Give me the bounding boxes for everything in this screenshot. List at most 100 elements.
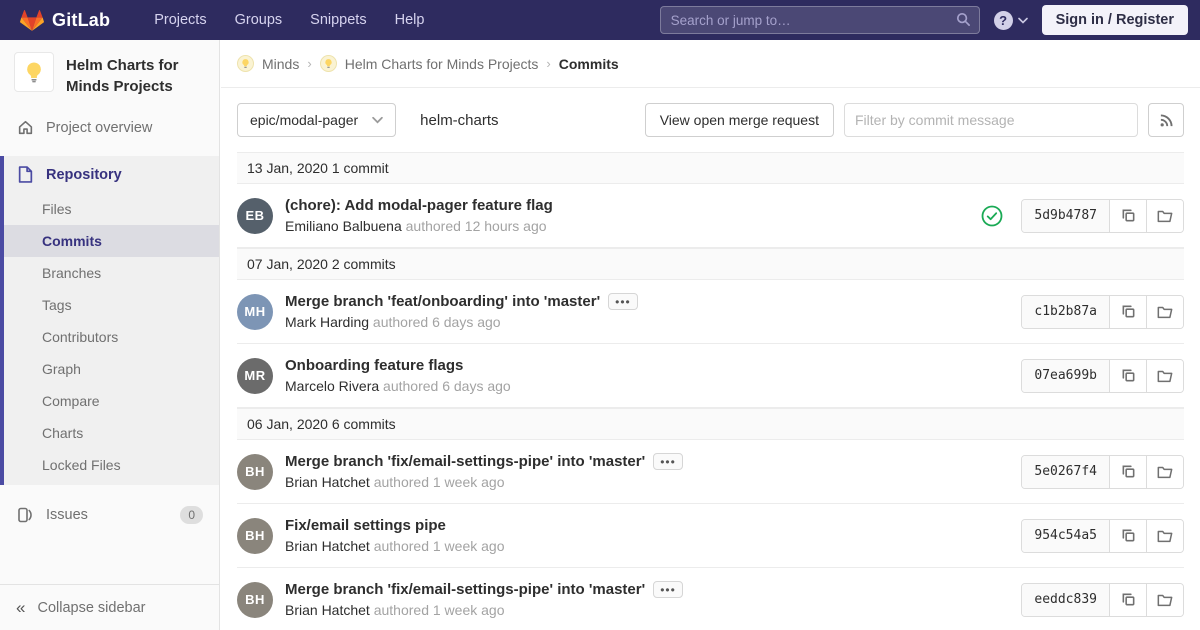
author-avatar[interactable]: EB [237,197,273,234]
sidebar-item-issues[interactable]: Issues 0 [0,496,219,534]
branch-selector-dropdown[interactable]: epic/modal-pager [237,103,397,137]
commit-date-group: 06 Jan, 2020 6 commits BH Merge branch '… [237,408,1184,630]
commit-title-link[interactable]: (chore): Add modal-pager feature flag [285,197,553,214]
sidebar-item-graph[interactable]: Graph [4,353,219,385]
commit-filter-input[interactable] [844,103,1138,137]
double-chevron-left-icon: « [16,598,26,617]
commit-rows: EB (chore): Add modal-pager feature flag… [237,184,1184,248]
group-avatar [237,55,254,72]
commit-row: BH Merge branch 'fix/email-settings-pipe… [237,440,1184,504]
author-avatar[interactable]: BH [237,517,273,554]
sidebar-item-label: Project overview [46,119,153,136]
gitlab-logo[interactable]: GitLab [20,9,110,32]
author-avatar[interactable]: BH [237,581,273,618]
browse-files-button[interactable] [1146,519,1183,552]
commit-description-toggle-button[interactable]: ••• [653,581,683,598]
copy-icon [1122,465,1134,478]
commit-author-link[interactable]: Marcelo Rivera [285,378,379,394]
commit-sha[interactable]: eeddc839 [1022,583,1109,616]
commit-sha[interactable]: 5d9b4787 [1022,199,1109,232]
browse-files-button[interactable] [1146,583,1183,616]
commit-author-link[interactable]: Emiliano Balbuena [285,218,402,234]
sidebar-item-locked-files[interactable]: Locked Files [4,449,219,481]
sidebar-item-commits[interactable]: Commits [4,225,219,257]
nav-item-help[interactable]: Help [383,3,437,37]
project-header[interactable]: Helm Charts for Minds Projects [0,40,219,109]
commits-toolbar: epic/modal-pager helm-charts View open m… [221,88,1200,152]
commit-title-link[interactable]: Merge branch 'fix/email-settings-pipe' i… [285,581,645,598]
commit-title-link[interactable]: Merge branch 'fix/email-settings-pipe' i… [285,453,645,470]
sign-in-register-button[interactable]: Sign in / Register [1041,5,1188,35]
repository-name-label: helm-charts [420,111,499,129]
commit-sha[interactable]: 954c54a5 [1022,519,1109,552]
breadcrumb-current-page: Commits [558,55,619,72]
nav-item-groups[interactable]: Groups [223,3,295,37]
commit-row: MH Merge branch 'feat/onboarding' into '… [237,280,1184,344]
breadcrumb-link-project[interactable]: Helm Charts for Minds Projects [345,56,539,72]
project-mini-avatar [319,55,337,72]
commit-sha-group: 07ea699b [1021,358,1184,393]
browse-files-button[interactable] [1146,199,1183,232]
commit-actions: 5e0267f4 [1021,454,1184,489]
browse-files-button[interactable] [1146,359,1183,392]
copy-sha-button[interactable] [1109,359,1146,392]
copy-icon [1122,529,1134,542]
breadcrumb: Minds › Helm Charts for Minds Projects ›… [221,40,1200,88]
sidebar-item-contributors[interactable]: Contributors [4,321,219,353]
nav-item-projects[interactable]: Projects [142,3,218,37]
sidebar-item-repository[interactable]: Repository [4,156,219,193]
help-icon: ? [993,10,1013,30]
rss-icon [1160,114,1172,126]
commit-sha[interactable]: c1b2b87a [1022,295,1109,328]
commit-date-label: 13 Jan, 2020 1 commit [247,160,389,176]
copy-sha-button[interactable] [1109,519,1146,552]
pipeline-status-passed-icon[interactable] [981,205,1003,227]
sidebar-item-tags[interactable]: Tags [4,289,219,321]
copy-sha-button[interactable] [1109,295,1146,328]
commit-author-link[interactable]: Brian Hatchet [285,538,370,554]
sidebar-item-files[interactable]: Files [4,193,219,225]
commits-feed-button[interactable] [1148,103,1184,137]
commit-actions: 5d9b4787 [981,198,1184,233]
folder-icon [1157,466,1173,478]
commit-title-link[interactable]: Onboarding feature flags [285,357,463,374]
collapse-sidebar-button[interactable]: « Collapse sidebar [0,584,219,630]
sidebar-item-label: Issues [46,507,88,523]
commit-sha-group: 5d9b4787 [1021,198,1184,233]
commit-author-link[interactable]: Brian Hatchet [285,602,370,618]
author-avatar[interactable]: BH [237,453,273,490]
sidebar-item-charts[interactable]: Charts [4,417,219,449]
commit-author-link[interactable]: Mark Harding [285,314,369,330]
sidebar-item-project-overview[interactable]: Project overview [0,109,219,146]
help-menu[interactable]: ? [993,10,1028,30]
commit-sha[interactable]: 5e0267f4 [1022,455,1109,488]
browse-files-button[interactable] [1146,455,1183,488]
nav-item-snippets[interactable]: Snippets [298,3,378,37]
commit-title-link[interactable]: Merge branch 'feat/onboarding' into 'mas… [285,293,600,310]
commit-title-link[interactable]: Fix/email settings pipe [285,517,446,534]
commit-row: EB (chore): Add modal-pager feature flag… [237,184,1184,248]
browse-files-button[interactable] [1146,295,1183,328]
document-icon [16,166,34,183]
breadcrumb-link-group[interactable]: Minds [262,56,299,72]
author-avatar[interactable]: MR [237,357,273,394]
commit-description-toggle-button[interactable]: ••• [653,453,683,470]
copy-sha-button[interactable] [1109,583,1146,616]
commit-info: Onboarding feature flags Marcelo Rivera … [285,357,1009,394]
nav-menu: Projects Groups Snippets Help [142,3,436,37]
copy-sha-button[interactable] [1109,199,1146,232]
commit-author-link[interactable]: Brian Hatchet [285,474,370,490]
tanuki-icon [20,9,44,31]
commit-sha-group: 5e0267f4 [1021,454,1184,489]
folder-icon [1157,370,1173,382]
view-open-merge-request-button[interactable]: View open merge request [644,103,834,137]
global-search-input[interactable] [659,6,980,34]
sidebar-item-compare[interactable]: Compare [4,385,219,417]
copy-icon [1122,209,1134,222]
commit-description-toggle-button[interactable]: ••• [608,293,638,310]
copy-sha-button[interactable] [1109,455,1146,488]
sidebar-item-branches[interactable]: Branches [4,257,219,289]
author-avatar[interactable]: MH [237,293,273,330]
copy-icon [1122,593,1134,606]
commit-sha[interactable]: 07ea699b [1022,359,1109,392]
